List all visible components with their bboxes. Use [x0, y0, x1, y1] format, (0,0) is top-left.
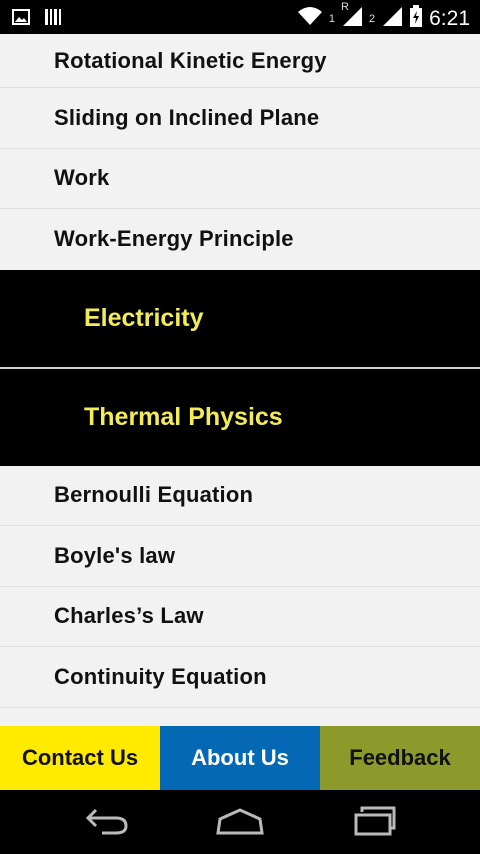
barcode-notification-icon: [44, 8, 62, 31]
topic-list: Rotational Kinetic Energy Sliding on Inc…: [0, 34, 480, 726]
recent-apps-icon: [350, 806, 398, 841]
list-item-label: Continuity Equation: [54, 663, 267, 689]
signal-sim1-icon: R: [341, 1, 363, 32]
list-item[interactable]: Sliding on Inclined Plane: [0, 88, 480, 149]
list-item[interactable]: Rotational Kinetic Energy: [0, 34, 480, 88]
list-item[interactable]: Continuity Equation: [0, 647, 480, 708]
sim1-label: 1: [328, 12, 335, 25]
section-header-electricity[interactable]: Electricity: [0, 269, 480, 367]
system-nav-bar: [0, 790, 480, 854]
feedback-button[interactable]: Feedback: [320, 726, 480, 790]
list-item-label: Work-Energy Principle: [54, 226, 294, 252]
list-item-label: Bernoulli Equation: [54, 482, 254, 508]
section-header-thermal-physics[interactable]: Thermal Physics: [0, 368, 480, 466]
about-us-button[interactable]: About Us: [160, 726, 320, 790]
list-item-label: Work: [54, 165, 110, 191]
home-button[interactable]: [212, 806, 268, 840]
list-item[interactable]: [0, 707, 480, 726]
wifi-icon: [297, 6, 323, 31]
back-button[interactable]: [78, 806, 134, 840]
list-item[interactable]: Bernoulli Equation: [0, 465, 480, 526]
section-title: Electricity: [84, 303, 204, 332]
back-icon: [82, 806, 130, 841]
list-item-label: Charles’s Law: [54, 603, 204, 629]
list-item-label: Sliding on Inclined Plane: [54, 104, 320, 130]
list-item-label: Boyle's law: [54, 542, 176, 568]
bottom-action-bar: Contact Us About Us Feedback: [0, 726, 480, 790]
clock: 6:21: [429, 6, 470, 30]
roaming-label: R: [341, 1, 349, 13]
sim2-label: 2: [369, 12, 376, 25]
list-item[interactable]: Boyle's law: [0, 526, 480, 587]
list-item[interactable]: Work: [0, 148, 480, 209]
image-notification-icon: [12, 9, 30, 30]
home-icon: [214, 807, 266, 840]
recent-apps-button[interactable]: [346, 806, 402, 840]
battery-charging-icon: [409, 5, 423, 32]
list-item-label: Rotational Kinetic Energy: [54, 47, 327, 73]
signal-sim2-icon: [381, 5, 403, 32]
list-item[interactable]: Charles’s Law: [0, 586, 480, 647]
status-bar: 1 R 2 6:21: [0, 0, 480, 34]
contact-us-button[interactable]: Contact Us: [0, 726, 160, 790]
section-title: Thermal Physics: [84, 402, 283, 431]
list-item[interactable]: Work-Energy Principle: [0, 209, 480, 270]
